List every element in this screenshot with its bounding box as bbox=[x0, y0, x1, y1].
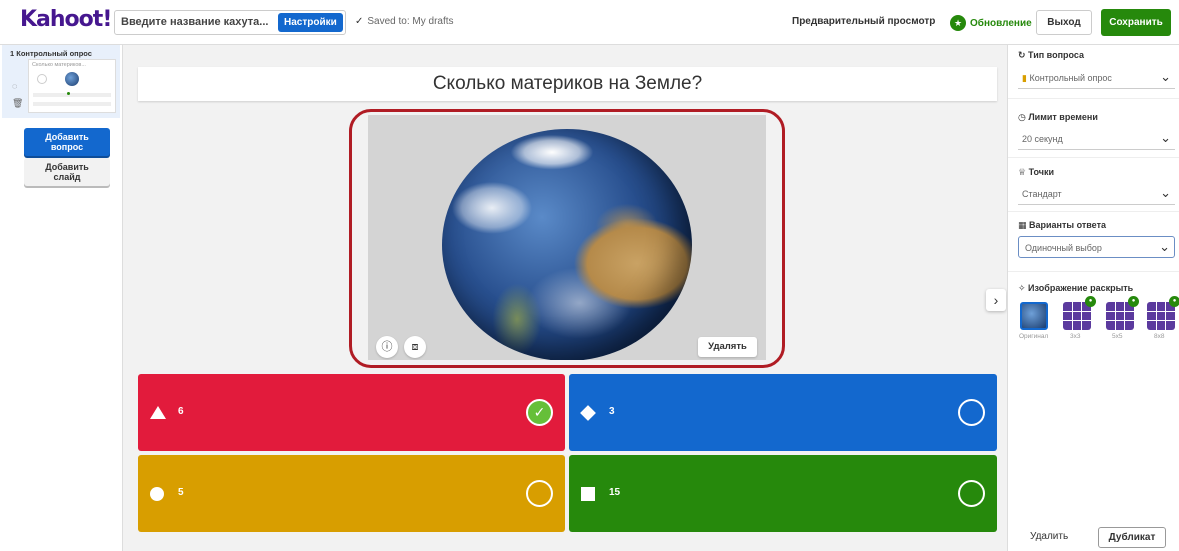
answer-option-4[interactable]: 15 bbox=[569, 455, 997, 532]
points-select[interactable]: Стандарт ⌄ bbox=[1018, 183, 1175, 205]
lock-icon: ● bbox=[1169, 296, 1179, 307]
lock-icon: ● bbox=[1128, 296, 1139, 307]
lock-icon: ● bbox=[1085, 296, 1096, 307]
check-icon: ✓ bbox=[355, 16, 364, 27]
chevron-down-icon: ⌄ bbox=[1159, 239, 1170, 254]
star-icon: ★ bbox=[950, 15, 966, 31]
earth-image bbox=[442, 129, 692, 360]
grid-icon: ▦ bbox=[1018, 220, 1030, 230]
answer-text: 3 bbox=[609, 406, 615, 417]
answer-option-1[interactable]: 6 ✓ bbox=[138, 374, 565, 451]
reveal-8x8-option[interactable]: ● bbox=[1147, 296, 1179, 330]
divider bbox=[1008, 98, 1179, 99]
chevron-down-icon: ⌄ bbox=[1160, 130, 1171, 145]
reveal-original-option[interactable] bbox=[1020, 302, 1048, 330]
top-bar: Kahoot! Введите название кахута... Настр… bbox=[0, 0, 1179, 45]
delete-question-button[interactable]: Удалить bbox=[1030, 531, 1068, 542]
reveal-5x5-option[interactable]: ● bbox=[1106, 296, 1139, 330]
answer-options-select[interactable]: Одиночный выбор ⌄ bbox=[1018, 236, 1175, 258]
kahoot-logo[interactable]: Kahoot! bbox=[20, 7, 112, 32]
question-input[interactable]: Сколько материков на Земле? bbox=[138, 67, 997, 101]
save-button[interactable]: Сохранить bbox=[1101, 9, 1171, 36]
slide-thumbnail[interactable]: Сколько материков... bbox=[28, 59, 116, 113]
circle-icon bbox=[150, 487, 164, 501]
trophy-icon: ♕ bbox=[1018, 167, 1029, 177]
preview-button[interactable]: Предварительный просмотр bbox=[792, 16, 935, 27]
divider bbox=[1008, 271, 1179, 272]
duplicate-question-button[interactable]: Дубликат bbox=[1098, 527, 1166, 548]
slides-sidebar: 1 Контрольный опрос Сколько материков...… bbox=[0, 45, 123, 551]
update-button[interactable]: ★ Обновление bbox=[950, 15, 1032, 31]
thumbnail-title: Сколько материков... bbox=[32, 62, 86, 68]
answer-text: 6 bbox=[178, 406, 184, 417]
chat-icon[interactable]: ◌ bbox=[12, 81, 17, 91]
crop-icon[interactable]: ⧈ bbox=[404, 336, 426, 358]
time-limit-label: ◷ Лимит времени bbox=[1018, 112, 1098, 122]
answer-options-label: ▦ Варианты ответа bbox=[1018, 220, 1106, 230]
thumbnail-answer-bar bbox=[33, 93, 111, 97]
clock-icon: ◷ bbox=[1018, 112, 1029, 122]
slide-label: 1 Контрольный опрос bbox=[10, 49, 92, 58]
slide-card[interactable]: 1 Контрольный опрос Сколько материков...… bbox=[2, 45, 120, 118]
delete-media-button[interactable]: Удалять bbox=[698, 337, 757, 357]
answer-text: 5 bbox=[178, 487, 184, 498]
reveal-label: Оригинал bbox=[1019, 333, 1049, 340]
add-slide-button[interactable]: Добавить слайд bbox=[24, 158, 110, 186]
question-type-select[interactable]: ▮ Контрольный опрос ⌄ bbox=[1018, 67, 1175, 89]
question-type-label: ↻ Тип вопроса bbox=[1018, 50, 1085, 60]
time-limit-select[interactable]: 20 секунд ⌄ bbox=[1018, 128, 1175, 150]
diamond-icon bbox=[580, 405, 596, 421]
sparkle-icon: ↻ bbox=[1018, 50, 1029, 60]
square-icon bbox=[581, 487, 595, 501]
reveal-label: 8x8 bbox=[1154, 333, 1165, 340]
correct-check-icon[interactable]: ✓ bbox=[526, 399, 553, 426]
reveal-label: 5x5 bbox=[1112, 333, 1123, 340]
save-status: ✓ Saved to: My drafts bbox=[355, 16, 454, 27]
trash-icon[interactable]: 🗑 bbox=[12, 98, 23, 109]
settings-button[interactable]: Настройки bbox=[278, 13, 343, 32]
thumbnail-dot bbox=[67, 92, 70, 95]
divider bbox=[1008, 157, 1179, 158]
reveal-3x3-option[interactable]: ● bbox=[1063, 296, 1096, 330]
points-label: ♕ Точки bbox=[1018, 167, 1055, 177]
sparkle-icon: ✧ bbox=[1018, 283, 1029, 293]
triangle-icon bbox=[150, 406, 166, 419]
thumbnail-image bbox=[65, 72, 79, 86]
media-area[interactable]: ⓘ ⧈ Удалять bbox=[368, 115, 766, 360]
chevron-down-icon: ⌄ bbox=[1160, 185, 1171, 200]
thumbnail-timer bbox=[37, 74, 47, 84]
answer-option-2[interactable]: 3 bbox=[569, 374, 997, 451]
settings-panel: ↻ Тип вопроса ▮ Контрольный опрос ⌄ ◷ Лим… bbox=[1007, 45, 1179, 551]
reveal-label: 3x3 bbox=[1070, 333, 1081, 340]
exit-button[interactable]: Выход bbox=[1036, 10, 1092, 35]
info-icon[interactable]: ⓘ bbox=[376, 336, 398, 358]
correct-toggle[interactable] bbox=[958, 480, 985, 507]
add-question-button[interactable]: Добавить вопрос bbox=[24, 128, 110, 156]
divider bbox=[1008, 211, 1179, 212]
correct-toggle[interactable] bbox=[526, 480, 553, 507]
image-reveal-label: ✧ Изображение раскрыть bbox=[1018, 283, 1134, 293]
answer-text: 15 bbox=[609, 487, 621, 498]
chevron-down-icon: ⌄ bbox=[1160, 69, 1171, 84]
thumbnail-answer-bar bbox=[33, 102, 111, 106]
answer-option-3[interactable]: 5 bbox=[138, 455, 565, 532]
correct-toggle[interactable] bbox=[958, 399, 985, 426]
chevron-right-icon[interactable]: › bbox=[986, 289, 1006, 311]
